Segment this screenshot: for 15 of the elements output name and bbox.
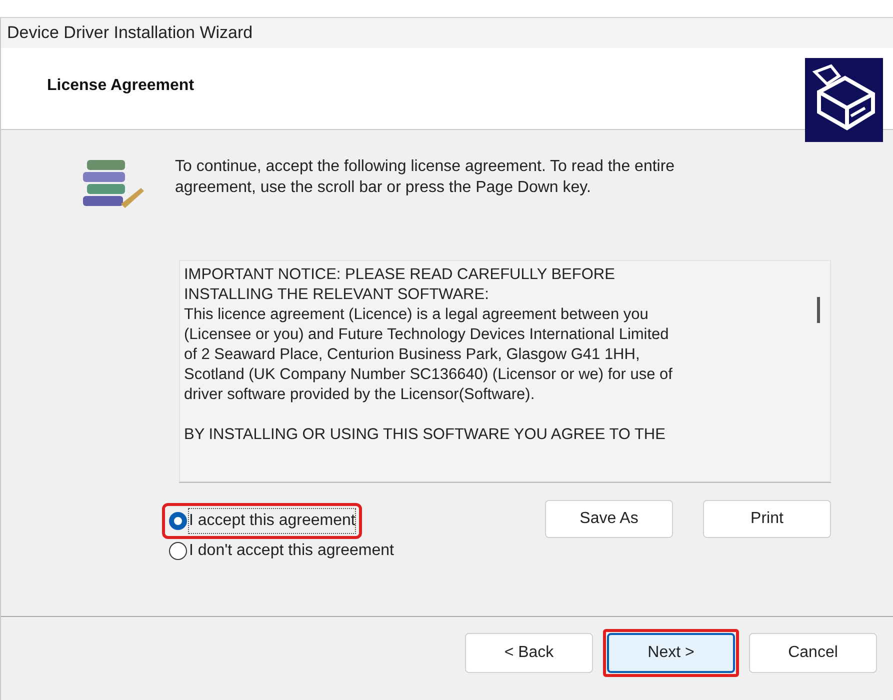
dialog-button[interactable]: Next > (607, 633, 735, 673)
dialog-button[interactable]: Cancel (749, 633, 877, 673)
scrollbar[interactable] (817, 297, 820, 323)
radio-option[interactable]: I accept this agreement (165, 506, 360, 536)
instruction-text: To continue, accept the following license agreement. To read the entire agreement, use the scroll bar or press the Page Down key. (175, 157, 675, 198)
dialog-button[interactable]: Print (703, 500, 831, 538)
radio-button[interactable] (169, 512, 187, 530)
window-title: Device Driver Installation Wizard (7, 22, 253, 44)
radio-button[interactable] (169, 542, 187, 560)
header-title: License Agreement (47, 76, 194, 96)
radio-option[interactable]: I don't accept this agreement (165, 536, 398, 566)
dialog-button[interactable]: Save As (545, 500, 673, 538)
license-paragraph: IMPORTANT NOTICE: PLEASE READ CAREFULLY BEFORE INSTALLING THE RELEVANT SOFTWARE: This licence agreement (Licence) is a legal agreement between you (Licensee or you) and Future Technology Devices International Limited of 2 Seaward Place, Centurion Business Park, Glasgow G41 1HH, Scotland (UK Company Number SC136640) (Licensor or we) for use of driver software provided by the Licensor(Software). (184, 265, 674, 405)
license-paragraph: BY INSTALLING OR USING THIS SOFTWARE YOU AGREE TO THE (184, 425, 666, 445)
dialog-button[interactable]: < Back (465, 633, 593, 673)
